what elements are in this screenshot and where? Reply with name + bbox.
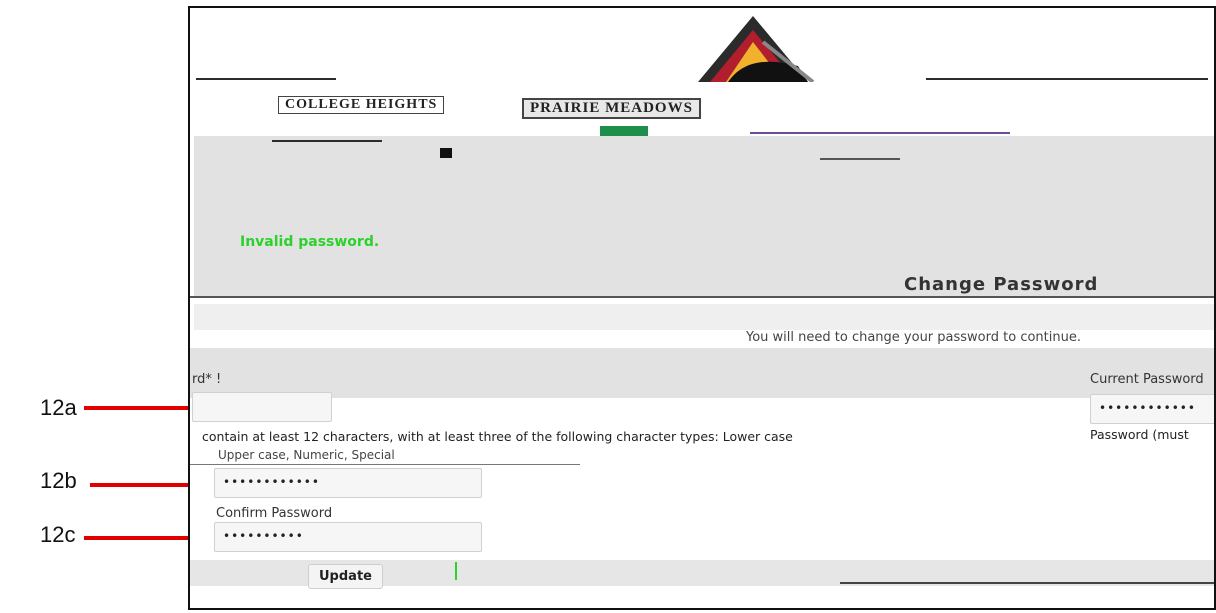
- school-logo: [698, 16, 815, 82]
- update-button[interactable]: Update: [308, 564, 383, 589]
- cursor-mark: [455, 562, 457, 580]
- annotation-12b: 12b: [40, 468, 77, 493]
- divider: [190, 464, 580, 465]
- current-password-input[interactable]: ••••••••••••: [1090, 394, 1214, 424]
- decor-mark: [440, 148, 452, 158]
- divider: [196, 78, 336, 80]
- annotation-12c: 12c: [40, 522, 76, 547]
- subheading-band: [194, 304, 1214, 330]
- content-band: [194, 136, 1214, 296]
- confirm-password-label: Confirm Password: [216, 506, 333, 521]
- error-message: Invalid password.: [240, 234, 380, 250]
- annotation-12a: 12a: [40, 395, 77, 420]
- banner-left-school: COLLEGE HEIGHTS: [278, 96, 445, 114]
- new-password-input[interactable]: ••••••••••••: [214, 468, 482, 498]
- banner-right-school: PRAIRIE MEADOWS: [522, 98, 701, 119]
- screenshot-frame: COLLEGE HEIGHTS PRAIRIE MEADOWS Invalid …: [188, 6, 1216, 610]
- divider: [750, 132, 1010, 134]
- current-password-label: Current Password: [1090, 372, 1204, 387]
- new-password-label: rd* !: [192, 372, 222, 387]
- form-band: [190, 348, 1214, 398]
- divider: [272, 140, 382, 142]
- confirm-password-input[interactable]: ••••••••••: [214, 522, 482, 552]
- divider: [820, 158, 900, 160]
- page-title: Change Password: [904, 274, 1099, 295]
- password-rule-label: Password (must: [1090, 427, 1189, 442]
- divider: [840, 582, 1214, 584]
- divider: [926, 78, 1208, 80]
- new-password-input-top[interactable]: [192, 392, 332, 422]
- divider: [190, 296, 1214, 298]
- password-requirements-types: Upper case, Numeric, Special: [218, 448, 395, 462]
- password-requirements: contain at least 12 characters, with at …: [202, 429, 793, 444]
- page-subtitle: You will need to change your password to…: [746, 330, 1081, 345]
